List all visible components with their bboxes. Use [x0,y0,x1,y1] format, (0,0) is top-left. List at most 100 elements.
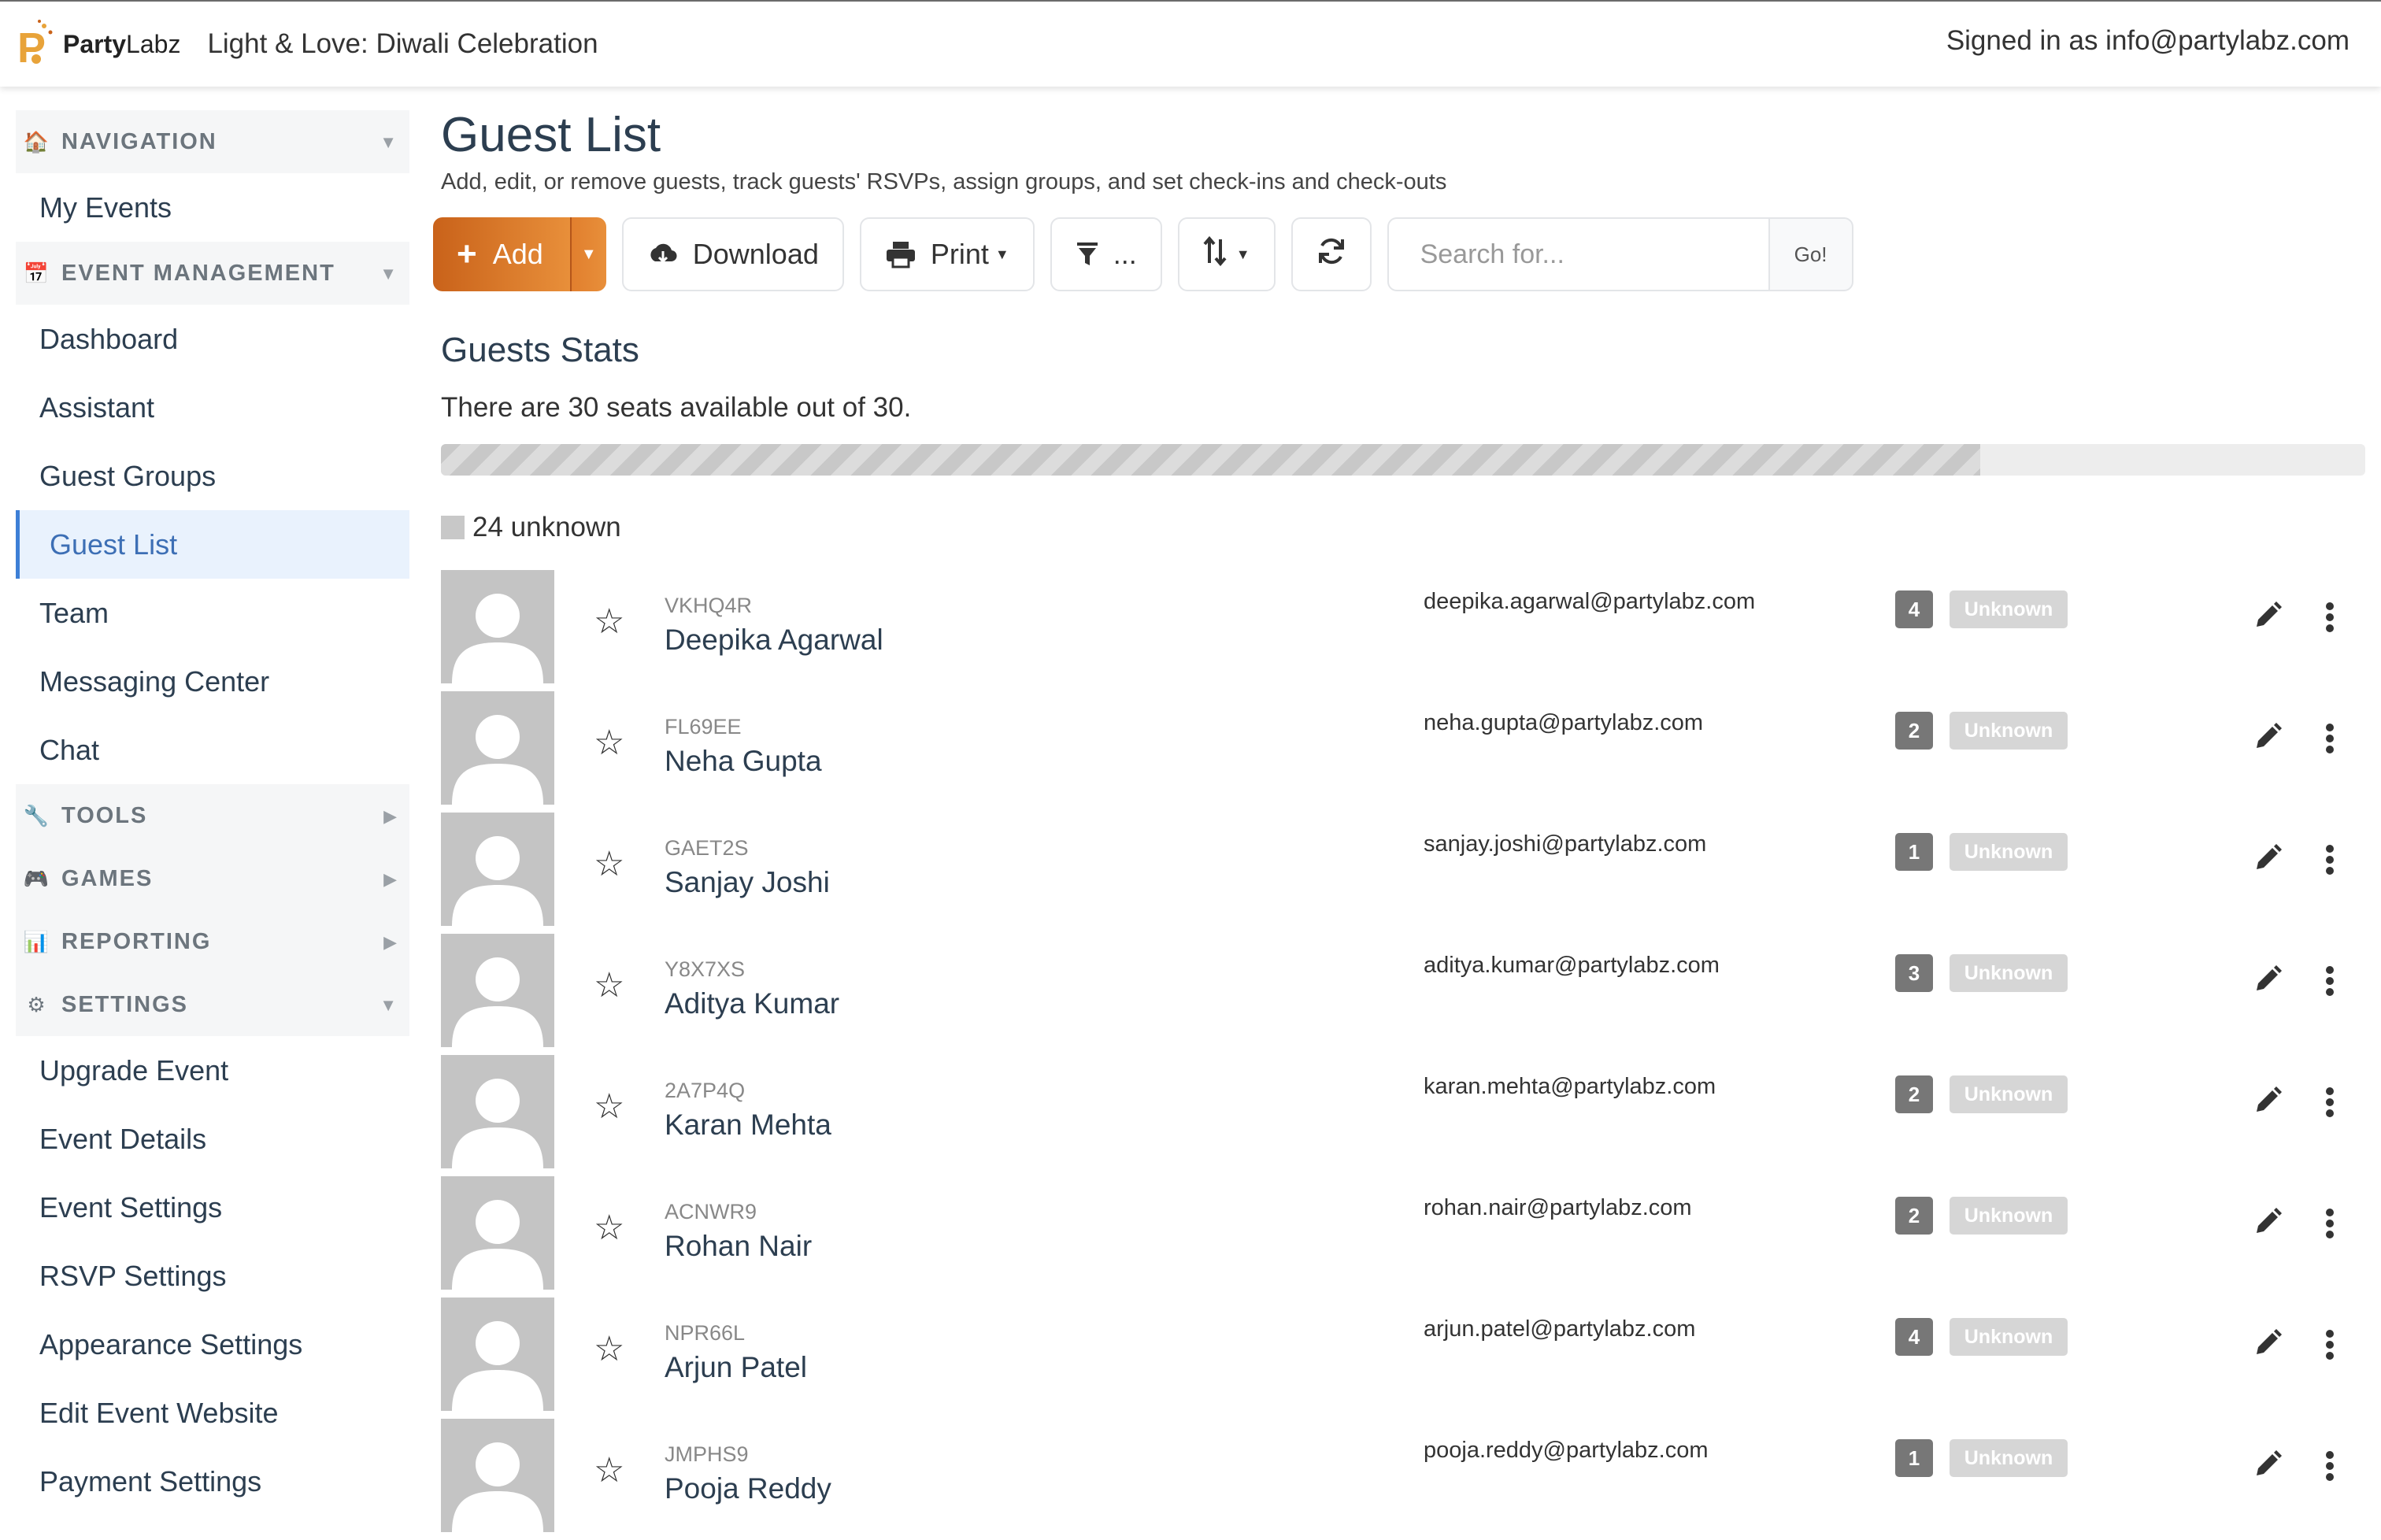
sidebar-item-assistant[interactable]: Assistant [16,373,409,442]
page-title: Guest List [441,108,661,162]
sidebar-item-dashboard[interactable]: Dashboard [16,305,409,373]
favorite-star-icon[interactable]: ☆ [594,1208,624,1248]
add-button-group: + Add ▼ [433,217,606,291]
sidebar-section-settings[interactable]: ⚙ SETTINGS ▼ [16,973,409,1036]
sidebar-section-navigation[interactable]: 🏠 NAVIGATION ▼ [16,110,409,173]
edit-pencil-icon[interactable] [2252,842,2283,878]
rsvp-status-badge: Unknown [1950,1439,2068,1477]
caret-down-icon: ▼ [380,132,398,152]
sidebar-section-title: REPORTING [61,928,212,954]
party-size-badge: 2 [1895,1197,1933,1235]
sidebar-item-messaging-center[interactable]: Messaging Center [16,647,409,716]
favorite-star-icon[interactable]: ☆ [594,1329,624,1369]
guest-name[interactable]: Rohan Nair [665,1230,812,1263]
guest-name[interactable]: Arjun Patel [665,1351,807,1384]
favorite-star-icon[interactable]: ☆ [594,844,624,884]
partylabz-logo[interactable]: P PartyLabz [16,18,180,70]
guest-row[interactable]: ☆ VKHQ4R Deepika Agarwal deepika.agarwal@pa… [441,570,2365,691]
add-guest-button[interactable]: + Add [433,217,572,291]
download-button[interactable]: Download [621,217,844,291]
add-dropdown-toggle[interactable]: ▼ [571,217,606,291]
sidebar-item-event-details[interactable]: Event Details [16,1105,409,1173]
more-options-icon[interactable] [2324,723,2335,758]
edit-pencil-icon[interactable] [2252,1449,2283,1484]
edit-pencil-icon[interactable] [2252,1085,2283,1120]
guest-row[interactable]: ☆ ACNWR9 Rohan Nair rohan.nair@partylabz.co… [441,1176,2365,1298]
sidebar-item-my-events[interactable]: My Events [16,173,409,242]
more-options-icon[interactable] [2324,1208,2335,1243]
guest-row[interactable]: ☆ FL69EE Neha Gupta neha.gupta@partylabz.co… [441,691,2365,813]
sidebar-section-event-management[interactable]: 📅 EVENT MANAGEMENT ▼ [16,242,409,305]
edit-pencil-icon[interactable] [2252,1206,2283,1242]
search-input[interactable] [1387,217,1768,291]
edit-pencil-icon[interactable] [2252,721,2283,757]
sidebar-item-chat[interactable]: Chat [16,716,409,784]
printer-icon [885,240,916,268]
party-size-badge: 4 [1895,1318,1933,1356]
guest-row[interactable]: ☆ Y8X7XS Aditya Kumar aditya.kumar@partylab… [441,934,2365,1055]
calendar-icon: 📅 [23,261,51,285]
search-go-button[interactable]: Go! [1768,217,1853,291]
sort-icon [1203,235,1230,273]
sidebar-item-appearance-settings[interactable]: Appearance Settings [16,1310,409,1379]
print-button[interactable]: Print ▼ [859,217,1035,291]
guest-name[interactable]: Aditya Kumar [665,987,839,1020]
refresh-button[interactable] [1290,217,1372,291]
wrench-icon: 🔧 [23,803,51,827]
more-options-icon[interactable] [2324,602,2335,637]
more-options-icon[interactable] [2324,844,2335,879]
sidebar-item-upgrade-event[interactable]: Upgrade Event [16,1036,409,1105]
gamepad-icon: 🎮 [23,866,51,890]
sort-button[interactable]: ▼ [1177,217,1276,291]
favorite-star-icon[interactable]: ☆ [594,1450,624,1490]
more-options-icon[interactable] [2324,965,2335,1001]
guest-name[interactable]: Sanjay Joshi [665,866,830,899]
favorite-star-icon[interactable]: ☆ [594,723,624,763]
more-options-icon[interactable] [2324,1087,2335,1122]
sidebar-item-guest-list[interactable]: Guest List [16,510,409,579]
guest-code: 2A7P4Q [665,1079,746,1102]
caret-right-icon: ▶ [383,806,398,826]
print-label: Print [930,238,989,270]
sidebar-section-tools[interactable]: 🔧 TOOLS ▶ [16,784,409,847]
favorite-star-icon[interactable]: ☆ [594,965,624,1005]
filter-button[interactable]: ... [1050,217,1162,291]
guest-name[interactable]: Deepika Agarwal [665,624,883,657]
signed-in-user[interactable]: Signed in as info@partylabz.com [1946,25,2350,57]
sidebar-section-title: SETTINGS [61,991,189,1017]
favorite-star-icon[interactable]: ☆ [594,1087,624,1127]
guest-code: JMPHS9 [665,1442,749,1466]
guest-code: VKHQ4R [665,594,753,617]
guest-row[interactable]: ☆ GAET2S Sanjay Joshi sanjay.joshi@partylab… [441,813,2365,934]
seats-available-text: There are 30 seats available out of 30. [441,392,912,423]
sidebar-item-team[interactable]: Team [16,579,409,647]
guest-code: Y8X7XS [665,957,746,981]
guest-row[interactable]: ☆ JMPHS9 Pooja Reddy pooja.reddy@partylabz.… [441,1419,2365,1540]
edit-pencil-icon[interactable] [2252,600,2283,635]
guest-name[interactable]: Neha Gupta [665,745,822,778]
caret-right-icon: ▶ [383,932,398,952]
sidebar-section-reporting[interactable]: 📊 REPORTING ▶ [16,910,409,973]
sidebar-item-payment-settings[interactable]: Payment Settings [16,1447,409,1516]
sidebar-item-guest-groups[interactable]: Guest Groups [16,442,409,510]
edit-pencil-icon[interactable] [2252,1327,2283,1363]
guest-row[interactable]: ☆ 2A7P4Q Karan Mehta karan.mehta@partylabz.… [441,1055,2365,1176]
sidebar-item-event-settings[interactable]: Event Settings [16,1173,409,1242]
add-label: Add [492,238,543,270]
party-size-badge: 2 [1895,712,1933,750]
guest-name[interactable]: Karan Mehta [665,1109,831,1142]
sidebar-item-edit-event-website[interactable]: Edit Event Website [16,1379,409,1447]
logo-text: PartyLabz [63,29,181,58]
guest-email: karan.mehta@partylabz.com [1424,1074,1716,1099]
more-options-icon[interactable] [2324,1329,2335,1364]
guest-row[interactable]: ☆ NPR66L Arjun Patel arjun.patel@partylabz.… [441,1298,2365,1419]
avatar [441,570,554,683]
party-size-badge: 2 [1895,1075,1933,1113]
favorite-star-icon[interactable]: ☆ [594,602,624,642]
sidebar-item-rsvp-settings[interactable]: RSVP Settings [16,1242,409,1310]
guest-code: GAET2S [665,836,749,860]
edit-pencil-icon[interactable] [2252,964,2283,999]
sidebar-section-games[interactable]: 🎮 GAMES ▶ [16,847,409,910]
guest-name[interactable]: Pooja Reddy [665,1472,831,1505]
more-options-icon[interactable] [2324,1450,2335,1486]
